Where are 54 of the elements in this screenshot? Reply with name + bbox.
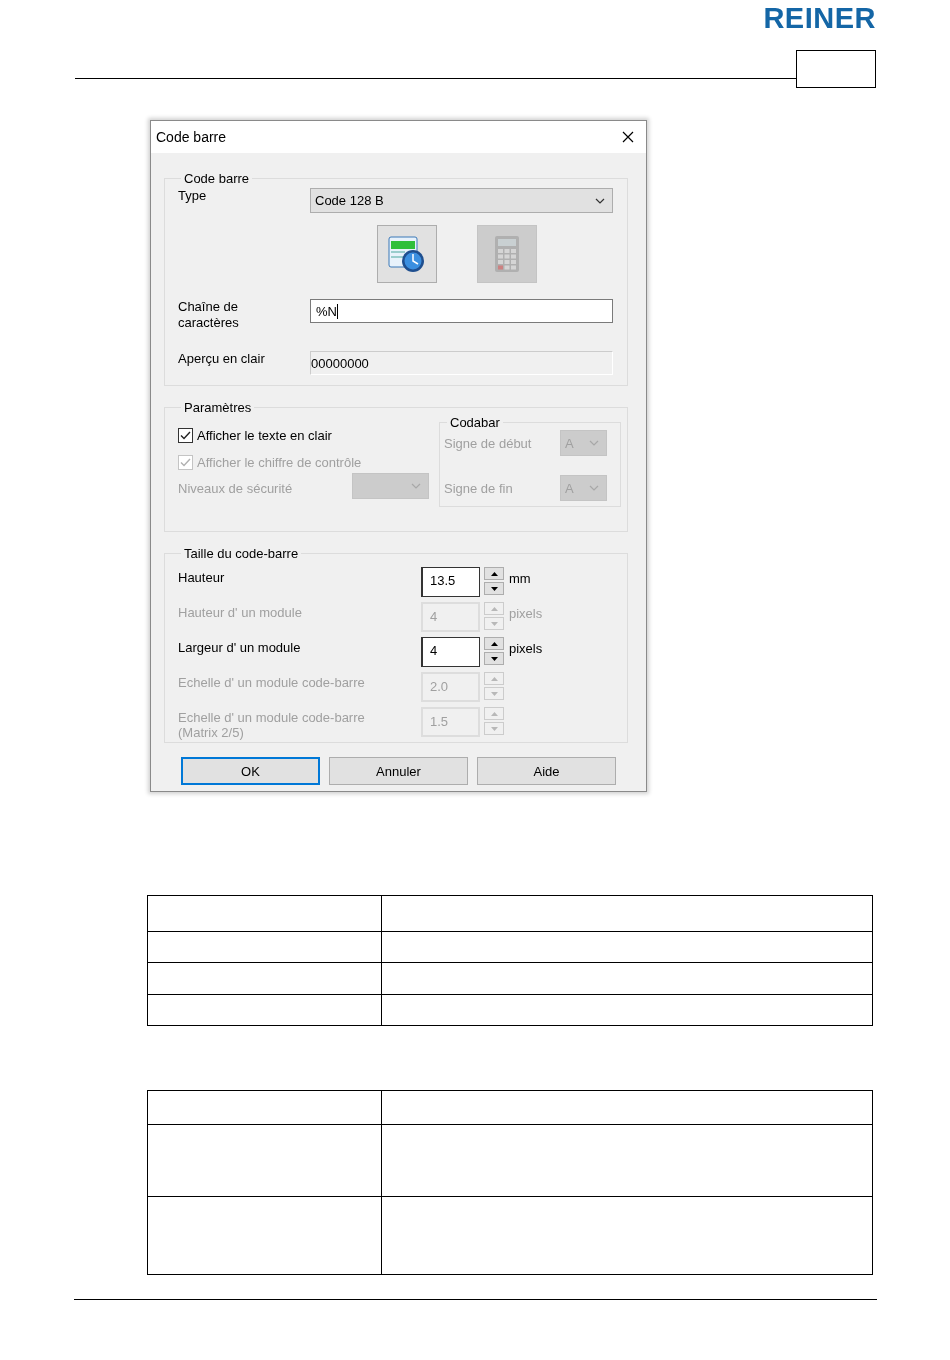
number-field[interactable]: 13.5 — [421, 567, 480, 597]
group-title: Taille du code-barre — [184, 546, 299, 561]
window-title: Code barre — [156, 129, 227, 145]
field-label: Signe de fin — [444, 480, 513, 496]
up-arrow-icon — [490, 711, 498, 716]
checkbox-label: Afficher le texte en clair — [197, 427, 332, 443]
up-arrow-icon — [490, 676, 498, 681]
unit-label: pixels — [508, 605, 544, 621]
dialog-button[interactable]: Annuler — [329, 757, 468, 785]
field-label: Hauteur — [178, 569, 226, 585]
chevron-icon — [411, 483, 421, 489]
chevron-icon — [589, 440, 599, 446]
spin-up-button[interactable] — [484, 567, 504, 580]
field-label: Largeur d' un module — [178, 639, 302, 655]
field-label: Echelle d' un module code-barre — [178, 674, 366, 690]
field-label: Type — [178, 188, 208, 203]
clock-button[interactable] — [377, 225, 437, 283]
unit-label: pixels — [508, 640, 544, 656]
preview-field: 00000000 — [310, 351, 613, 375]
field-label: Hauteur d' un module — [178, 604, 303, 620]
spin-up-button[interactable] — [484, 637, 504, 650]
logo: REINER — [763, 3, 876, 36]
unit-label: mm — [508, 570, 532, 586]
dialog-button[interactable]: OK — [181, 757, 320, 785]
down-arrow-icon — [490, 586, 498, 591]
type-dropdown[interactable]: Code 128 B — [310, 188, 613, 213]
chevron-icon — [595, 197, 605, 204]
down-arrow-icon — [490, 656, 498, 661]
number-field[interactable]: 4 — [421, 637, 480, 667]
up-arrow-icon — [490, 571, 498, 576]
down-arrow-icon — [490, 621, 498, 626]
up-arrow-icon — [490, 606, 498, 611]
check-icon — [180, 457, 191, 467]
checkbox[interactable] — [178, 427, 193, 443]
down-arrow-icon — [490, 691, 498, 696]
spin-down-button[interactable] — [484, 582, 504, 595]
check-icon — [180, 430, 191, 440]
field-label: Aperçu en clair — [178, 351, 266, 366]
field-label: Echelle d' un module code-barre (Matrix 2/5) — [178, 709, 366, 740]
group-title: Codabar — [450, 415, 500, 430]
field-label: Signe de début — [444, 435, 532, 451]
chevron-icon — [589, 485, 599, 491]
down-arrow-icon — [490, 726, 498, 731]
group-title: Code barre — [184, 171, 250, 186]
checkbox-label: Afficher le chiffre de contrôle — [197, 454, 362, 470]
input-field[interactable]: %N — [310, 299, 613, 323]
close-icon[interactable] — [622, 131, 634, 143]
group-title: Paramètres — [184, 400, 252, 415]
up-arrow-icon — [490, 641, 498, 646]
dialog-button[interactable]: Aide — [477, 757, 616, 785]
field-label: Chaîne de caractères — [178, 299, 240, 331]
text-cursor — [336, 303, 338, 319]
field-label: Niveaux de sécurité — [178, 481, 293, 496]
spin-down-button[interactable] — [484, 652, 504, 665]
